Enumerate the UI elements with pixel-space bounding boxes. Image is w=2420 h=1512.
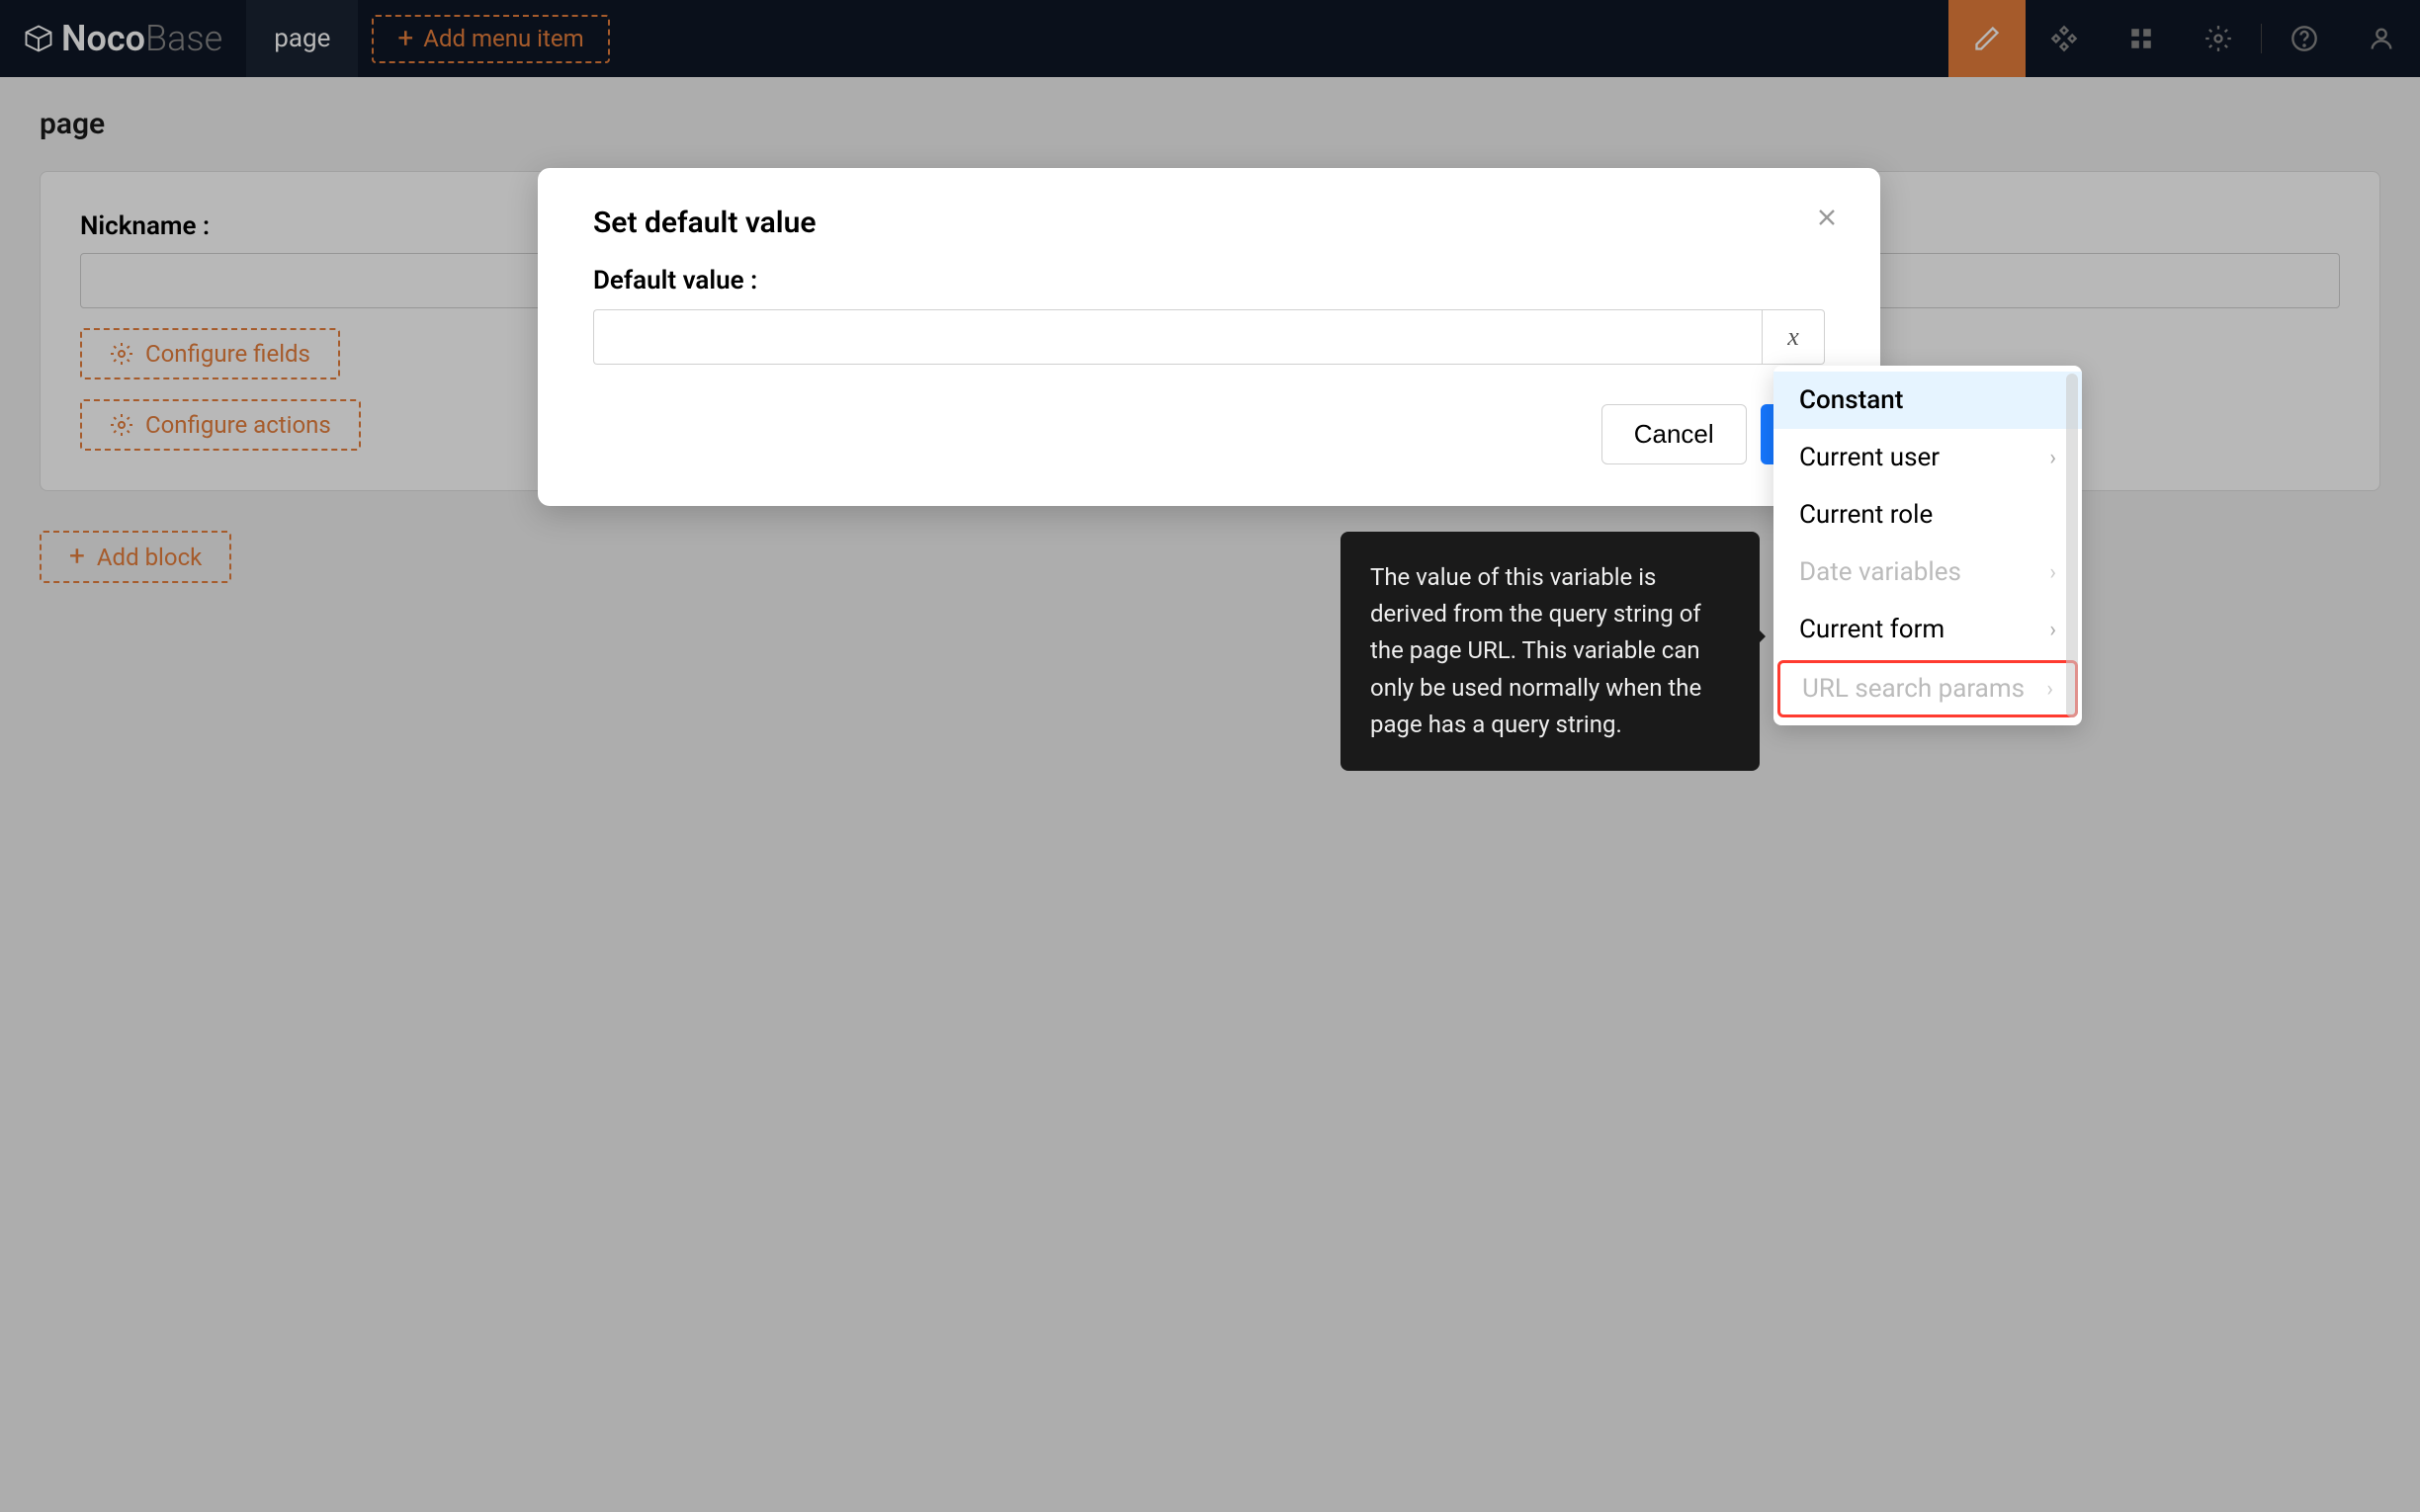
- default-value-input[interactable]: [593, 309, 1762, 365]
- gear-icon: [110, 342, 133, 366]
- default-value-label: Default value :: [593, 266, 1825, 295]
- dropdown-scrollbar[interactable]: [2066, 374, 2078, 717]
- add-menu-item-button[interactable]: Add menu item: [372, 15, 609, 63]
- apps-grid-icon[interactable]: [2103, 0, 2180, 77]
- dropdown-item-label: Current form: [1799, 615, 1945, 644]
- plus-icon: [397, 25, 413, 53]
- dropdown-item-current-user[interactable]: Current user ›: [1773, 429, 2082, 486]
- logo-cube-icon: [24, 24, 53, 53]
- dropdown-item-constant[interactable]: Constant: [1773, 372, 2082, 429]
- dropdown-item-date-variables[interactable]: Date variables ›: [1773, 544, 2082, 601]
- add-block-button[interactable]: Add block: [40, 531, 231, 583]
- settings-gear-icon[interactable]: [2180, 0, 2257, 77]
- modal-title: Set default value: [593, 206, 1825, 240]
- url-search-params-tooltip: The value of this variable is derived fr…: [1340, 532, 1760, 771]
- configure-fields-label: Configure fields: [145, 340, 310, 368]
- configure-fields-button[interactable]: Configure fields: [80, 328, 340, 379]
- logo[interactable]: NocoBase: [0, 0, 246, 77]
- divider: [2261, 24, 2262, 53]
- design-mode-icon[interactable]: [1948, 0, 2026, 77]
- page-title: page: [40, 107, 2380, 141]
- user-icon[interactable]: [2343, 0, 2420, 77]
- chevron-right-icon: ›: [2049, 446, 2056, 470]
- dropdown-item-current-form[interactable]: Current form ›: [1773, 601, 2082, 658]
- add-menu-item-label: Add menu item: [423, 25, 583, 52]
- modal-close-button[interactable]: [1813, 204, 1841, 235]
- variable-dropdown: Constant Current user › Current role Date va…: [1773, 366, 2082, 725]
- nav-tab-page[interactable]: page: [246, 0, 358, 77]
- configure-actions-label: Configure actions: [145, 411, 331, 439]
- dropdown-item-current-role[interactable]: Current role: [1773, 486, 2082, 544]
- configure-actions-button[interactable]: Configure actions: [80, 399, 361, 451]
- default-value-row: x: [593, 309, 1825, 365]
- dropdown-item-url-search-params[interactable]: URL search params ›: [1777, 660, 2078, 717]
- gear-icon: [110, 413, 133, 437]
- logo-text: NocoBase: [61, 18, 222, 59]
- modal-footer: Cancel S: [593, 404, 1825, 464]
- app-header: NocoBase page Add menu item: [0, 0, 2420, 77]
- set-default-value-modal: Set default value Default value : x Canc…: [538, 168, 1880, 506]
- dropdown-item-label: Constant: [1799, 385, 1903, 415]
- header-right: [1948, 0, 2420, 77]
- dropdown-item-label: Current user: [1799, 443, 1940, 472]
- cancel-button[interactable]: Cancel: [1601, 404, 1747, 464]
- dropdown-item-label: Current role: [1799, 500, 1933, 530]
- plus-icon: [69, 543, 85, 571]
- chevron-right-icon: ›: [2049, 618, 2056, 642]
- chevron-right-icon: ›: [2049, 560, 2056, 585]
- dropdown-item-label: Date variables: [1799, 557, 1961, 587]
- help-icon[interactable]: [2266, 0, 2343, 77]
- chevron-right-icon: ›: [2046, 677, 2053, 702]
- variable-picker-button[interactable]: x: [1762, 309, 1825, 365]
- add-block-label: Add block: [97, 544, 202, 571]
- dropdown-item-label: URL search params: [1802, 674, 2025, 704]
- plugin-icon[interactable]: [2026, 0, 2103, 77]
